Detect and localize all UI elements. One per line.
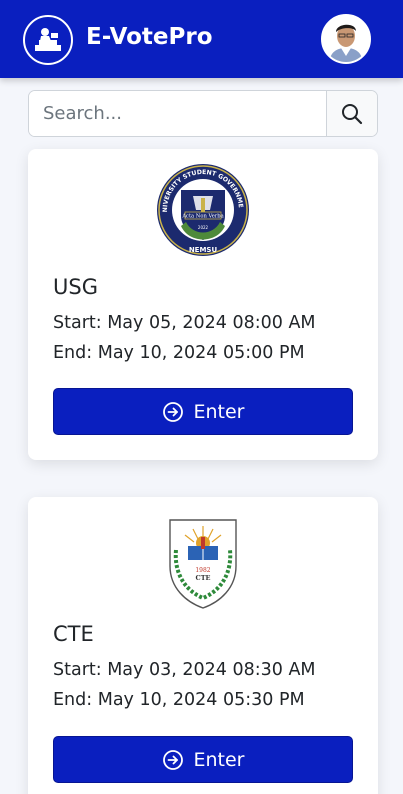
- main-content: Acta Non Verba 2022 UNIVERSITY STUDENT G…: [0, 78, 403, 794]
- search-button[interactable]: [326, 91, 377, 136]
- election-end: End: May 10, 2024 05:00 PM: [53, 343, 305, 363]
- enter-button-label: Enter: [193, 748, 245, 771]
- enter-button[interactable]: Enter: [53, 736, 353, 783]
- cte-seal-logo: 1982 CTE: [162, 510, 244, 610]
- user-avatar[interactable]: [321, 14, 371, 64]
- election-name: CTE: [53, 622, 94, 646]
- svg-text:1982: 1982: [195, 567, 210, 574]
- svg-text:CTE: CTE: [196, 574, 211, 582]
- usg-seal-logo: Acta Non Verba 2022 UNIVERSITY STUDENT G…: [152, 157, 251, 258]
- svg-text:NEMSU: NEMSU: [189, 246, 218, 254]
- svg-text:Acta Non Verba: Acta Non Verba: [181, 214, 223, 220]
- election-start: Start: May 05, 2024 08:00 AM: [53, 313, 316, 333]
- svg-text:2022: 2022: [198, 225, 209, 230]
- app-title[interactable]: E-VotePro: [86, 24, 213, 50]
- enter-button-label: Enter: [193, 400, 245, 423]
- election-end: End: May 10, 2024 05:30 PM: [53, 690, 305, 710]
- search-bar: [28, 90, 378, 137]
- election-card-cte: 1982 CTE CTE Start: May 03, 2024 08:30 A…: [28, 497, 378, 794]
- arrow-right-circle-icon: [162, 749, 183, 770]
- arrow-right-circle-icon: [162, 401, 183, 422]
- election-name: USG: [53, 275, 98, 299]
- election-start: Start: May 03, 2024 08:30 AM: [53, 660, 316, 680]
- election-card-usg: Acta Non Verba 2022 UNIVERSITY STUDENT G…: [28, 149, 378, 460]
- search-input[interactable]: [29, 91, 326, 136]
- enter-button[interactable]: Enter: [53, 388, 353, 435]
- voting-logo-icon[interactable]: [23, 15, 73, 65]
- search-icon: [342, 103, 363, 124]
- top-navbar: E-VotePro: [0, 0, 403, 78]
